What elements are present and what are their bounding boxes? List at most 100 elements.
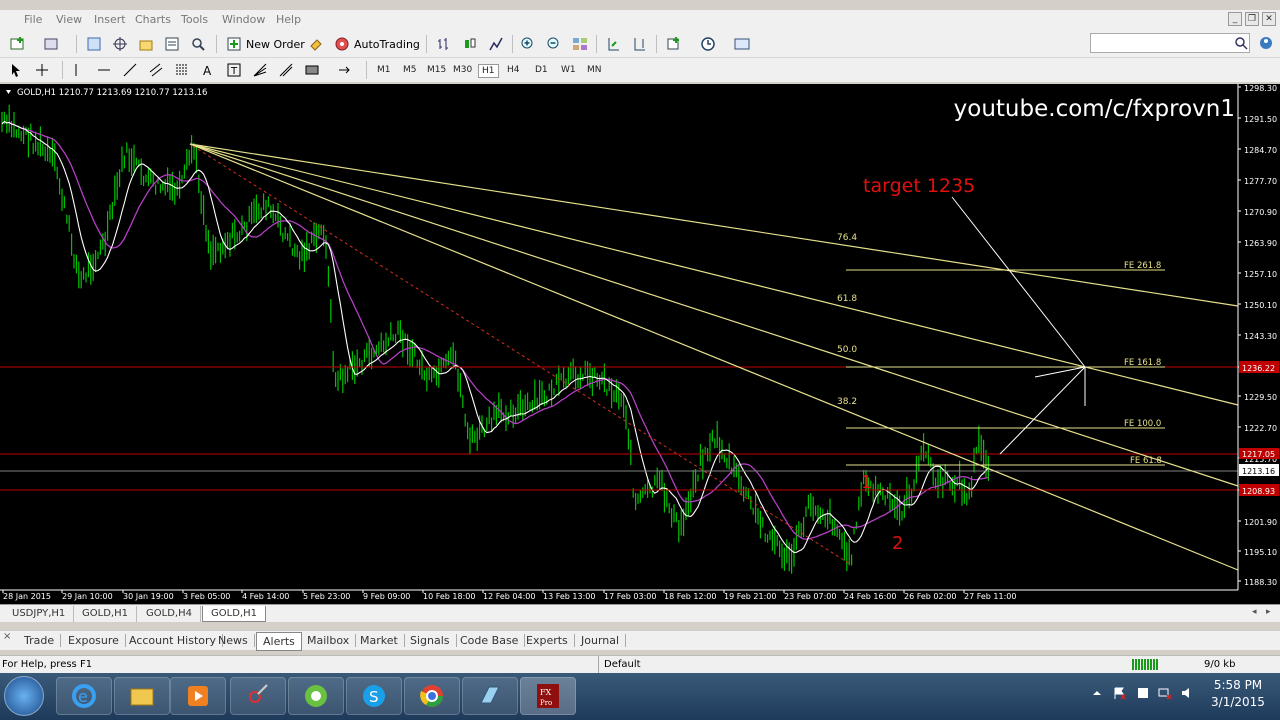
tab-mailbox[interactable]: Mailbox: [301, 634, 357, 647]
fxpro-terminal-icon[interactable]: FX Pro: [520, 677, 576, 715]
terminal-close-icon[interactable]: ×: [3, 631, 11, 642]
new-chart-icon[interactable]: [8, 34, 28, 54]
terminal-icon[interactable]: [162, 34, 182, 54]
tab-trade[interactable]: Trade: [18, 634, 62, 647]
line-chart-icon[interactable]: [486, 34, 506, 54]
tab-signals[interactable]: Signals: [404, 634, 457, 647]
fibonacci-icon[interactable]: [172, 60, 192, 80]
crosshair-icon[interactable]: [32, 60, 52, 80]
internet-explorer-icon[interactable]: e: [56, 677, 112, 715]
navigator-icon[interactable]: [136, 34, 156, 54]
price-bars: [1, 104, 990, 574]
timeframe-w1[interactable]: W1: [558, 64, 579, 76]
tray-app-icon[interactable]: [1136, 686, 1150, 700]
text-icon[interactable]: A: [198, 60, 218, 80]
zoom-out-icon[interactable]: [544, 34, 564, 54]
new-order-icon[interactable]: [224, 34, 244, 54]
chrome-icon[interactable]: [404, 677, 460, 715]
minimize-icon[interactable]: _: [1228, 12, 1242, 26]
skype-icon[interactable]: S: [346, 677, 402, 715]
timeframe-m30[interactable]: M30: [450, 64, 475, 76]
search-input[interactable]: [1090, 33, 1250, 53]
chart-tab-gold-h4[interactable]: GOLD,H4: [138, 606, 201, 622]
start-button-icon[interactable]: [4, 676, 44, 716]
timeframe-m1[interactable]: M1: [374, 64, 394, 76]
timeframe-m5[interactable]: M5: [400, 64, 420, 76]
timeframe-m15[interactable]: M15: [424, 64, 449, 76]
price-tick-label: 1263.90: [1244, 239, 1277, 248]
media-player-icon[interactable]: [170, 677, 226, 715]
zoom-in-icon[interactable]: [518, 34, 538, 54]
profiles-icon[interactable]: [42, 34, 62, 54]
menu-file[interactable]: File: [24, 13, 42, 26]
chart-tab-usdjpy-h1[interactable]: USDJPY,H1: [4, 606, 75, 622]
autotrading-button[interactable]: AutoTrading: [354, 38, 420, 51]
file-explorer-icon[interactable]: [114, 677, 170, 715]
tab-alerts[interactable]: Alerts: [256, 632, 302, 651]
timeframe-h1[interactable]: H1: [478, 64, 499, 78]
app-green-icon[interactable]: [288, 677, 344, 715]
chart-tab-gold-h1-active[interactable]: GOLD,H1: [202, 606, 266, 622]
channel-icon[interactable]: [146, 60, 166, 80]
vertical-line-icon[interactable]: [66, 60, 86, 80]
show-hidden-icons-icon[interactable]: [1090, 686, 1104, 700]
tab-journal[interactable]: Journal: [575, 634, 627, 647]
menu-help[interactable]: Help: [276, 13, 301, 26]
timeframe-mn[interactable]: MN: [584, 64, 605, 76]
clock-time[interactable]: 5:58 PM: [1206, 678, 1270, 692]
data-window-icon[interactable]: [110, 34, 130, 54]
tab-news[interactable]: News: [212, 634, 255, 647]
svg-text:FX: FX: [540, 688, 552, 697]
price-tick-label: 1229.50: [1244, 393, 1277, 402]
menu-insert[interactable]: Insert: [94, 13, 126, 26]
tab-code-base[interactable]: Code Base: [454, 634, 526, 647]
candlestick-icon[interactable]: [460, 34, 480, 54]
app-notes-icon[interactable]: [462, 677, 518, 715]
restore-icon[interactable]: ❐: [1245, 12, 1259, 26]
chart-tab-gold-h1[interactable]: GOLD,H1: [74, 606, 137, 622]
bar-chart-icon[interactable]: [434, 34, 454, 54]
menu-view[interactable]: View: [56, 13, 82, 26]
tile-windows-icon[interactable]: [570, 34, 590, 54]
community-icon[interactable]: [1256, 33, 1276, 53]
tab-scroll-right-icon[interactable]: ▸: [1266, 607, 1271, 617]
templates-icon[interactable]: [732, 34, 752, 54]
tab-experts[interactable]: Experts: [520, 634, 575, 647]
auto-scroll-icon[interactable]: [604, 34, 624, 54]
close-icon[interactable]: ✕: [1262, 12, 1276, 26]
fib-fan-icon[interactable]: [250, 60, 270, 80]
snipping-tool-icon[interactable]: [230, 677, 286, 715]
price-chart[interactable]: 76.4 61.8 50.0 38.2 FE 261.8 FE 161.8 FE…: [0, 84, 1280, 604]
tab-market[interactable]: Market: [354, 634, 405, 647]
arrows-icon[interactable]: [334, 60, 354, 80]
autotrading-icon[interactable]: [332, 34, 352, 54]
tray-flag-icon[interactable]: [1112, 686, 1126, 700]
price-tick-label: 1284.70: [1244, 146, 1277, 155]
new-order-button[interactable]: New Order: [246, 38, 305, 51]
tab-exposure[interactable]: Exposure: [62, 634, 126, 647]
tab-scroll-left-icon[interactable]: ◂: [1252, 607, 1257, 617]
trendline-icon[interactable]: [120, 60, 140, 80]
rectangle-icon[interactable]: [302, 60, 322, 80]
menu-charts[interactable]: Charts: [135, 13, 171, 26]
text-label-icon[interactable]: T: [224, 60, 244, 80]
menu-window[interactable]: Window: [222, 13, 265, 26]
timeframe-d1[interactable]: D1: [532, 64, 551, 76]
strategy-tester-icon[interactable]: [188, 34, 208, 54]
metaeditor-icon[interactable]: [306, 34, 326, 54]
volume-icon[interactable]: [1180, 686, 1194, 700]
indicators-icon[interactable]: [664, 34, 684, 54]
chart-window[interactable]: 76.4 61.8 50.0 38.2 FE 261.8 FE 161.8 FE…: [0, 84, 1280, 604]
chart-shift-icon[interactable]: [630, 34, 650, 54]
periods-icon[interactable]: [698, 34, 718, 54]
menu-tools[interactable]: Tools: [181, 13, 208, 26]
tab-account-history[interactable]: Account History: [123, 634, 224, 647]
timeframe-h4[interactable]: H4: [504, 64, 523, 76]
clock-date[interactable]: 3/1/2015: [1206, 695, 1270, 709]
network-icon[interactable]: [1158, 686, 1172, 700]
market-watch-icon[interactable]: [84, 34, 104, 54]
cursor-icon[interactable]: [6, 60, 26, 80]
pitchfork-icon[interactable]: [276, 60, 296, 80]
search-icon[interactable]: [1234, 36, 1248, 50]
horizontal-line-icon[interactable]: [94, 60, 114, 80]
